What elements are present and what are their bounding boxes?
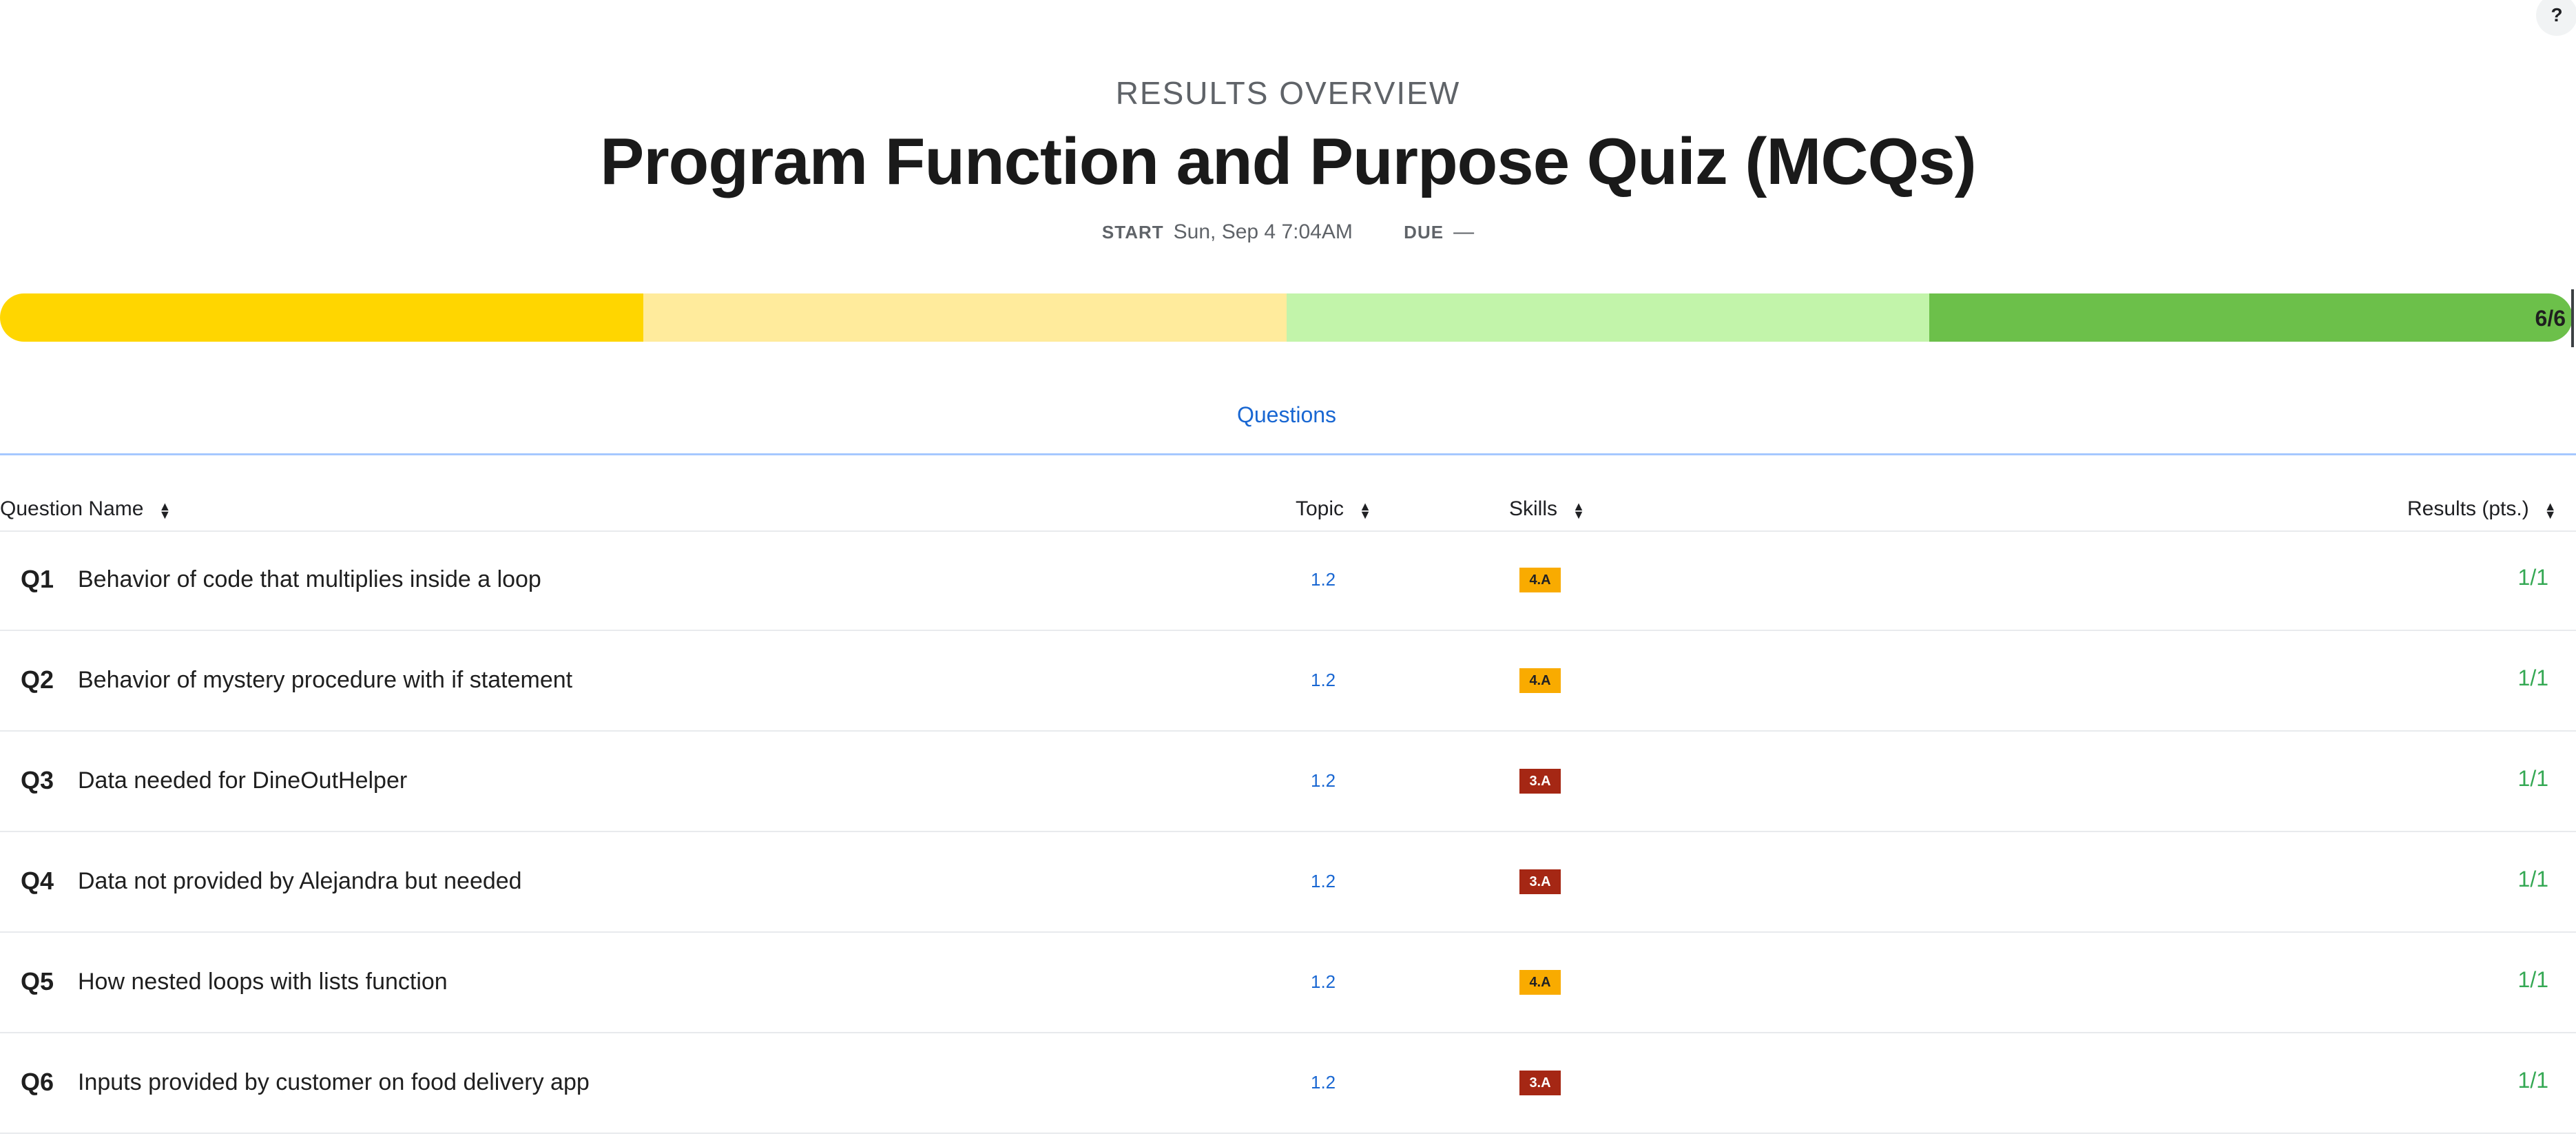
question-name[interactable]: Inputs provided by customer on food deli… bbox=[78, 1069, 590, 1096]
topic-link[interactable]: 1.2 bbox=[1311, 871, 1336, 892]
topic-link[interactable]: 1.2 bbox=[1311, 670, 1336, 691]
question-name[interactable]: How nested loops with lists function bbox=[78, 969, 448, 995]
question-name[interactable]: Behavior of mystery procedure with if st… bbox=[78, 667, 572, 694]
help-icon[interactable]: ? bbox=[2536, 0, 2576, 36]
sort-icon[interactable]: ▲ ▼ bbox=[2544, 500, 2557, 521]
sort-icon[interactable]: ▲ ▼ bbox=[1572, 500, 1585, 521]
sort-icon[interactable]: ▲ ▼ bbox=[158, 500, 172, 521]
table-row[interactable]: Q1 Behavior of code that multiplies insi… bbox=[0, 530, 2576, 631]
results-overview-page: ? RESULTS OVERVIEW Program Function and … bbox=[0, 0, 2576, 1147]
question-number: Q1 bbox=[21, 565, 54, 593]
skill-badge: 4.A bbox=[1519, 970, 1561, 995]
progress-segment-3 bbox=[1286, 293, 1930, 342]
table-row[interactable]: Q3 Data needed for DineOutHelper 1.2 3.A… bbox=[0, 732, 2576, 832]
progress-segment-1 bbox=[0, 293, 643, 342]
column-header-label: Results (pts.) bbox=[2407, 497, 2529, 520]
column-header-results[interactable]: Results (pts.) ▲ ▼ bbox=[2407, 497, 2557, 521]
question-number: Q6 bbox=[21, 1068, 54, 1096]
tab-bar: Questions bbox=[0, 386, 2576, 455]
skill-badge: 4.A bbox=[1519, 568, 1561, 592]
table-row[interactable]: Q6 Inputs provided by customer on food d… bbox=[0, 1033, 2576, 1134]
topic-link[interactable]: 1.2 bbox=[1311, 1072, 1336, 1093]
result-points: 1/1 bbox=[2517, 766, 2548, 791]
score-progress-bar bbox=[0, 293, 2573, 342]
topic-link[interactable]: 1.2 bbox=[1311, 971, 1336, 993]
progress-segment-4 bbox=[1929, 293, 2573, 342]
score-text: 6/6 bbox=[2535, 306, 2566, 331]
due-label: DUE bbox=[1404, 222, 1444, 242]
page-eyebrow: RESULTS OVERVIEW bbox=[1115, 75, 1461, 111]
result-points: 1/1 bbox=[2517, 867, 2548, 891]
column-header-question-name[interactable]: Question Name ▲ ▼ bbox=[0, 497, 171, 521]
skill-badge: 4.A bbox=[1519, 668, 1561, 693]
question-name[interactable]: Data needed for DineOutHelper bbox=[78, 767, 407, 794]
topic-link[interactable]: 1.2 bbox=[1311, 770, 1336, 792]
question-number: Q4 bbox=[21, 867, 54, 895]
question-number: Q3 bbox=[21, 766, 54, 794]
due-value: — bbox=[1453, 220, 1475, 243]
question-name[interactable]: Behavior of code that multiplies inside … bbox=[78, 566, 541, 593]
start-label: START bbox=[1101, 222, 1164, 242]
column-header-skills[interactable]: Skills ▲ ▼ bbox=[1509, 497, 1585, 521]
column-header-label: Topic bbox=[1296, 497, 1344, 520]
skill-badge: 3.A bbox=[1519, 1071, 1561, 1095]
page-title: Program Function and Purpose Quiz (MCQs) bbox=[600, 125, 1976, 198]
table-row[interactable]: Q2 Behavior of mystery procedure with if… bbox=[0, 631, 2576, 732]
table-header: Question Name ▲ ▼ Topic ▲ ▼ Skills ▲ ▼ Resu… bbox=[0, 482, 2576, 532]
skill-badge: 3.A bbox=[1519, 869, 1561, 894]
result-points: 1/1 bbox=[2517, 967, 2548, 992]
table-row[interactable]: Q5 How nested loops with lists function … bbox=[0, 933, 2576, 1033]
topic-link[interactable]: 1.2 bbox=[1311, 569, 1336, 590]
result-points: 1/1 bbox=[2517, 565, 2548, 590]
column-header-topic[interactable]: Topic ▲ ▼ bbox=[1296, 497, 1371, 521]
skill-badge: 3.A bbox=[1519, 769, 1561, 794]
date-info: START Sun, Sep 4 7:04AM DUE — bbox=[0, 220, 2576, 244]
question-name[interactable]: Data not provided by Alejandra but neede… bbox=[78, 868, 522, 895]
result-points: 1/1 bbox=[2517, 665, 2548, 690]
table-row[interactable]: Q4 Data not provided by Alejandra but ne… bbox=[0, 832, 2576, 933]
progress-end-marker bbox=[2571, 289, 2574, 347]
column-header-label: Question Name bbox=[0, 497, 144, 520]
sort-icon[interactable]: ▲ ▼ bbox=[1359, 500, 1371, 521]
question-number: Q5 bbox=[21, 967, 54, 995]
start-value: Sun, Sep 4 7:04AM bbox=[1173, 220, 1353, 243]
tab-questions[interactable]: Questions bbox=[1198, 402, 1375, 428]
result-points: 1/1 bbox=[2517, 1068, 2548, 1093]
question-list: Q1 Behavior of code that multiplies insi… bbox=[0, 530, 2576, 1134]
progress-segment-2 bbox=[643, 293, 1287, 342]
column-header-label: Skills bbox=[1509, 497, 1558, 520]
question-number: Q2 bbox=[21, 665, 54, 694]
